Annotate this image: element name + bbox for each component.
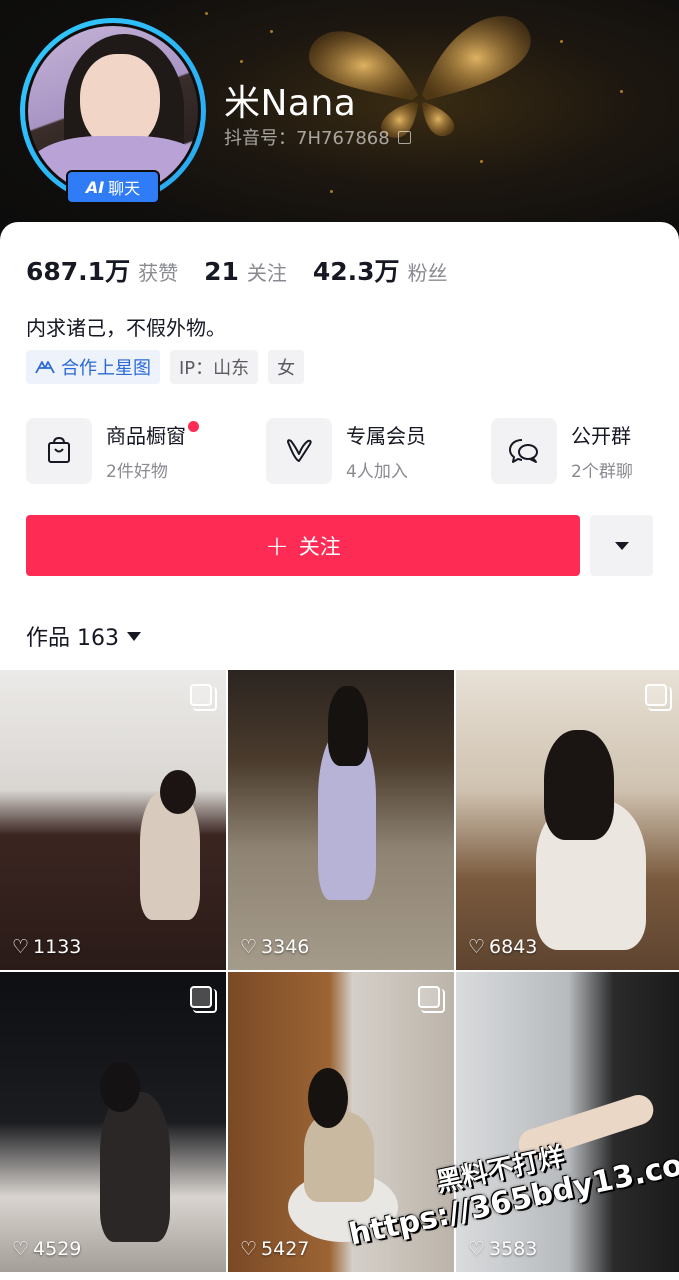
spark xyxy=(330,190,333,193)
service-title: 商品橱窗 xyxy=(106,424,186,448)
ai-badge-label: 聊天 xyxy=(108,179,141,198)
tag-label: 女 xyxy=(277,358,296,379)
stat-likes[interactable]: 687.1万 获赞 xyxy=(26,252,178,288)
stat-followers[interactable]: 42.3万 粉丝 xyxy=(313,252,448,288)
heart-icon: ♡ xyxy=(12,1238,30,1260)
profile-tags: 合作上星图 IP：山东 女 xyxy=(26,350,305,384)
more-options-button[interactable] xyxy=(590,515,653,576)
work-thumbnail[interactable]: ♡ 6843 xyxy=(456,670,679,970)
work-thumbnail[interactable]: ♡ 1133 xyxy=(0,670,226,970)
plus-icon: + xyxy=(265,528,289,562)
stat-value: 42.3万 xyxy=(312,257,400,286)
spark xyxy=(240,60,243,63)
multi-image-icon xyxy=(645,684,672,711)
caret-down-icon xyxy=(614,541,629,550)
tab-works[interactable]: 作品 163 xyxy=(26,620,141,652)
stat-value: 21 xyxy=(204,257,239,286)
spark xyxy=(560,40,563,43)
service-title: 专属会员 xyxy=(346,424,426,448)
work-thumbnail[interactable]: ♡ 3346 xyxy=(228,670,454,970)
tag-ip: IP：山东 xyxy=(170,350,259,384)
ai-chat-badge[interactable]: AI 聊天 xyxy=(66,170,160,204)
profile-name: 米Nana xyxy=(224,83,357,124)
stats-row: 687.1万 获赞 21 关注 42.3万 粉丝 xyxy=(26,252,448,288)
service-subtitle: 2个群聊 xyxy=(571,462,633,482)
works-label: 作品 163 xyxy=(26,626,119,651)
like-count: ♡ 5427 xyxy=(240,1238,309,1260)
multi-image-icon xyxy=(190,684,217,711)
like-count: ♡ 3346 xyxy=(240,936,309,958)
stat-label: 粉丝 xyxy=(407,261,448,285)
profile-header-background: AI 聊天 米Nana 抖音号：7H767868 xyxy=(0,0,679,260)
spark xyxy=(270,30,273,33)
figure-head xyxy=(160,770,196,814)
chat-bubbles-icon xyxy=(491,418,557,484)
heart-icon: ♡ xyxy=(240,1238,258,1260)
tag-label: IP：山东 xyxy=(179,358,250,379)
like-count-value: 3346 xyxy=(261,936,310,958)
ai-badge-ai: AI xyxy=(85,177,105,197)
heart-icon: ♡ xyxy=(12,936,30,958)
figure xyxy=(100,1092,170,1242)
work-thumbnail[interactable]: ♡ 3583 xyxy=(456,972,679,1272)
heart-icon: ♡ xyxy=(240,936,258,958)
heart-icon: ♡ xyxy=(468,1238,486,1260)
tag-gender: 女 xyxy=(268,350,305,384)
stat-label: 获赞 xyxy=(138,261,179,285)
copy-icon[interactable] xyxy=(397,130,411,144)
douyin-id[interactable]: 抖音号：7H767868 xyxy=(224,124,411,150)
figure-head xyxy=(308,1068,348,1128)
like-count: ♡ 3583 xyxy=(468,1238,537,1260)
stat-label: 关注 xyxy=(246,261,287,285)
spark xyxy=(205,12,208,15)
service-subtitle: 4人加入 xyxy=(346,462,408,482)
figure-head xyxy=(100,1062,140,1112)
like-count-value: 5427 xyxy=(261,1238,310,1260)
heart-icon: ♡ xyxy=(468,936,486,958)
follow-button[interactable]: + 关注 xyxy=(26,515,580,576)
service-membership[interactable]: 专属会员 4人加入 xyxy=(266,418,491,484)
like-count: ♡ 4529 xyxy=(12,1238,81,1260)
work-thumbnail[interactable]: ♡ 4529 xyxy=(0,972,226,1272)
like-count-value: 3583 xyxy=(489,1238,538,1260)
figure-head xyxy=(328,686,368,766)
stat-following[interactable]: 21 关注 xyxy=(204,257,287,286)
like-count: ♡ 6843 xyxy=(468,936,537,958)
caret-down-icon xyxy=(127,631,141,641)
stat-value: 687.1万 xyxy=(26,257,131,286)
service-public-group[interactable]: 公开群 2个群聊 xyxy=(491,418,633,484)
tag-label: 合作上星图 xyxy=(61,358,151,379)
profile-card: 687.1万 获赞 21 关注 42.3万 粉丝 内求诸己，不假外物。 合作上星… xyxy=(0,222,679,672)
star-map-icon xyxy=(35,361,55,374)
like-count-value: 1133 xyxy=(33,936,82,958)
multi-image-icon xyxy=(190,986,217,1013)
profile-bio: 内求诸己，不假外物。 xyxy=(26,316,226,340)
spark xyxy=(480,160,483,163)
figure-head xyxy=(544,730,614,840)
shopping-bag-icon xyxy=(26,418,92,484)
vip-v-icon xyxy=(266,418,332,484)
services-row: 商品橱窗 2件好物 专属会员 4人加入 公开群 2个群聊 xyxy=(26,418,653,484)
douyin-id-text: 抖音号：7H767868 xyxy=(224,128,390,149)
follow-label: 关注 xyxy=(298,534,341,559)
service-subtitle: 2件好物 xyxy=(106,462,168,482)
notification-dot xyxy=(188,421,199,432)
tag-star-map[interactable]: 合作上星图 xyxy=(26,350,160,384)
like-count-value: 6843 xyxy=(489,936,538,958)
like-count: ♡ 1133 xyxy=(12,936,81,958)
like-count-value: 4529 xyxy=(33,1238,82,1260)
spark xyxy=(620,90,623,93)
service-title: 公开群 xyxy=(571,424,631,448)
service-shop-window[interactable]: 商品橱窗 2件好物 xyxy=(26,418,266,484)
multi-image-icon xyxy=(418,986,445,1013)
